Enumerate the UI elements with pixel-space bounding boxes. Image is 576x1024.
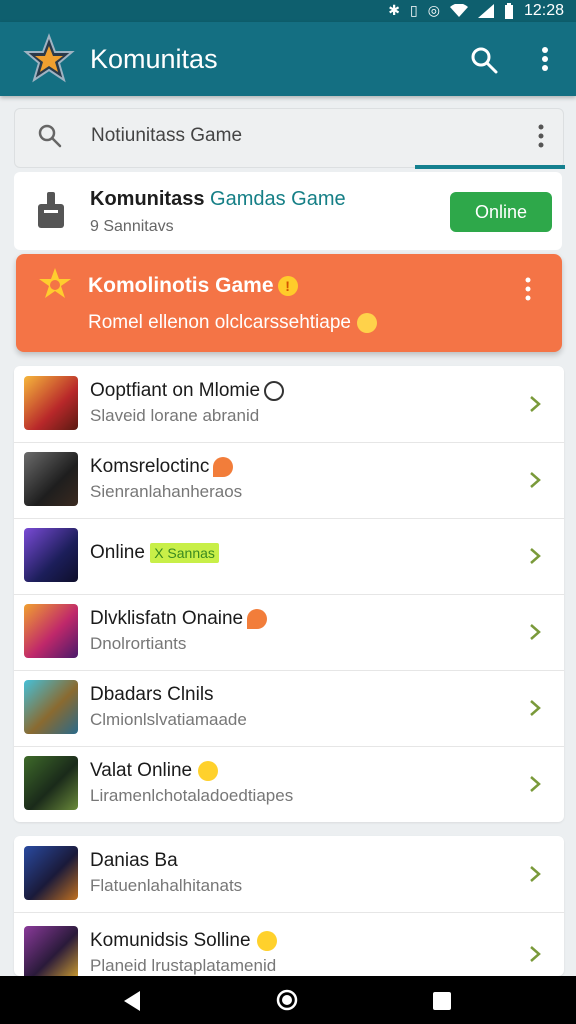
community-name-accent: Gamdas Game: [210, 188, 346, 210]
app-logo-icon: [23, 33, 75, 83]
list-item[interactable]: Ooptfiant on Mlomie Slaveid lorane abran…: [14, 366, 564, 443]
alert-emoji-icon: !: [277, 276, 298, 297]
search-input[interactable]: Notiunitass Game: [91, 125, 242, 147]
list-item-subtitle: Planeid lrustaplatamenid: [90, 956, 277, 975]
more-vert-icon[interactable]: [535, 44, 555, 74]
banner-subtitle: Romel ellenon olclcarssehtiape: [88, 312, 377, 334]
star-badge-icon: [39, 268, 71, 298]
battery-icon: [504, 3, 513, 19]
banner-title: Komolinotis Game!: [88, 274, 298, 298]
chevron-right-icon: [530, 624, 541, 640]
game-thumbnail: [24, 756, 78, 810]
community-card[interactable]: Komunitass Gamdas Game 9 Sannitavs Onlin…: [14, 172, 562, 250]
list-item-title: Ooptfiant on Mlomie: [90, 380, 285, 402]
banner-title-text: Komolinotis Game: [88, 274, 274, 297]
community-name-main: Komunitass: [90, 188, 205, 210]
vibrate-icon: ▯: [410, 3, 418, 19]
list-item-title: Valat Online: [90, 760, 219, 782]
app-bar: Komunitas: [0, 22, 576, 96]
list-item-title: Online X Sannas: [90, 542, 219, 564]
game-list-secondary: Danias Ba Flatuenlahalhitanats Komunidsi…: [14, 836, 564, 976]
list-item-subtitle: Dnolrortiants: [90, 634, 187, 653]
community-name: Komunitass Gamdas Game: [90, 188, 346, 211]
chat-bubble-icon: [247, 608, 268, 629]
smile-emoji-icon: [256, 930, 277, 951]
chevron-right-icon: [530, 548, 541, 564]
list-item-subtitle: Sienranlahanheraos: [90, 482, 243, 501]
chat-bubble-icon: [213, 456, 234, 477]
gamepad-icon: [264, 380, 285, 401]
game-thumbnail: [24, 926, 78, 976]
recents-icon[interactable]: [432, 991, 452, 1011]
more-vert-icon[interactable]: [537, 123, 545, 149]
alarm-icon: ◎: [427, 3, 440, 19]
smile-emoji-icon: [198, 760, 219, 781]
chevron-right-icon: [530, 946, 541, 962]
chevron-right-icon: [530, 700, 541, 716]
status-icons: ✱ ▯ ◎ 12:28: [388, 2, 564, 20]
game-thumbnail: [24, 846, 78, 900]
list-item-title: Komunidsis Solline: [90, 930, 277, 952]
banner-subtitle-text: Romel ellenon olclcarssehtiape: [88, 312, 351, 333]
chevron-right-icon: [530, 472, 541, 488]
list-item-subtitle: Slaveid lorane abranid: [90, 406, 260, 425]
chevron-right-icon: [530, 866, 541, 882]
chevron-right-icon: [530, 776, 541, 792]
tab-indicator: [415, 165, 565, 169]
bluetooth-icon: ✱: [388, 3, 401, 19]
game-thumbnail: [24, 452, 78, 506]
signal-icon: [477, 4, 494, 18]
more-vert-icon[interactable]: [524, 276, 532, 302]
home-icon[interactable]: [276, 989, 298, 1011]
list-item-subtitle: Clmionlslvatiamaade: [90, 710, 247, 729]
search-icon[interactable]: [470, 46, 498, 74]
list-item[interactable]: Dbadars Clnils Clmionlslvatiamaade: [14, 670, 564, 747]
game-thumbnail: [24, 604, 78, 658]
back-icon[interactable]: [122, 990, 142, 1012]
wifi-icon: [449, 4, 468, 17]
page-title: Komunitas: [90, 44, 218, 74]
list-item[interactable]: Komunidsis Solline Planeid lrustaplatame…: [14, 916, 564, 976]
smile-emoji-icon: [356, 312, 377, 333]
list-item-title: Komsreloctinc: [90, 456, 234, 478]
online-button[interactable]: Online: [450, 192, 552, 232]
community-subtitle: 9 Sannitavs: [90, 218, 174, 235]
search-bar[interactable]: Notiunitass Game: [14, 108, 565, 169]
search-icon: [38, 124, 62, 148]
shop-bag-icon: [38, 192, 64, 228]
list-item-subtitle: Flatuenlahalhitanats: [90, 876, 243, 895]
status-tag: X Sannas: [150, 542, 219, 563]
list-item[interactable]: Danias Ba Flatuenlahalhitanats: [14, 836, 564, 913]
chevron-right-icon: [530, 396, 541, 412]
list-item-title: Danias Ba: [90, 850, 178, 871]
list-item[interactable]: Dlvklisfatn Onaine Dnolrortiants: [14, 594, 564, 671]
list-item[interactable]: Online X Sannas: [14, 518, 564, 595]
status-bar: ✱ ▯ ◎ 12:28: [0, 0, 576, 22]
list-item-title: Dbadars Clnils: [90, 684, 214, 705]
featured-banner[interactable]: Komolinotis Game! Romel ellenon olclcars…: [16, 254, 562, 352]
list-item[interactable]: Komsreloctinc Sienranlahanheraos: [14, 442, 564, 519]
status-time: 12:28: [523, 2, 564, 19]
system-nav-bar: [0, 976, 576, 1024]
game-list: Ooptfiant on Mlomie Slaveid lorane abran…: [14, 366, 564, 822]
list-item-title: Dlvklisfatn Onaine: [90, 608, 268, 630]
list-item[interactable]: Valat Online Liramenlchotaladoedtiapes: [14, 746, 564, 822]
list-item-subtitle: Liramenlchotaladoedtiapes: [90, 786, 294, 805]
game-thumbnail: [24, 680, 78, 734]
game-thumbnail: [24, 376, 78, 430]
game-thumbnail: [24, 528, 78, 582]
